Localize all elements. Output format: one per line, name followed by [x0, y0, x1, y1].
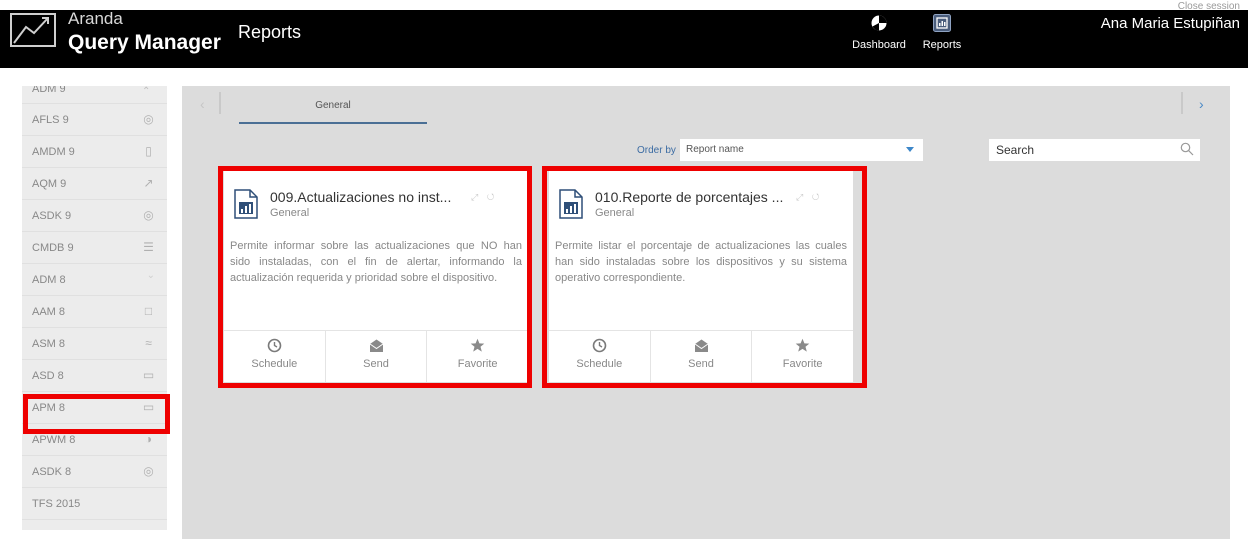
- sidebar-item-cmdb9[interactable]: CMDB 9 ☰: [22, 232, 167, 264]
- chevron-down-icon[interactable]: ⌄: [147, 270, 155, 281]
- license-icon: ◎: [143, 112, 154, 126]
- tabs-divider: [219, 92, 221, 114]
- report-actions: Schedule Send Favorite: [224, 330, 528, 382]
- order-by-value: Report name: [686, 144, 744, 155]
- logo-brand: Aranda: [68, 9, 123, 28]
- sidebar-item-label: ASDK 8: [32, 465, 72, 478]
- star-icon: [795, 338, 810, 352]
- sidebar-item-label: ASDK 9: [32, 209, 72, 222]
- report-actions: Schedule Send Favorite: [549, 330, 853, 382]
- favorite-label: Favorite: [457, 358, 498, 370]
- search-icon[interactable]: [1180, 142, 1194, 156]
- sidebar-item-label: AMDM 9: [32, 145, 75, 158]
- order-by-select[interactable]: Report name: [680, 139, 923, 161]
- sidebar-item-tfs2015[interactable]: TFS 2015: [22, 488, 167, 520]
- envelope-icon: [369, 339, 383, 352]
- sidebar-item-amdm9[interactable]: AMDM 9 ▯: [22, 136, 167, 168]
- report-description: Permite listar el porcentaje de actualiz…: [555, 240, 847, 284]
- sidebar-item-label: APM 8: [32, 401, 66, 414]
- search-input[interactable]: Search: [989, 139, 1200, 161]
- envelope-icon: [694, 339, 708, 352]
- nav-dashboard-label: Dashboard: [852, 39, 906, 51]
- tab-general[interactable]: General: [239, 100, 427, 124]
- database-icon: ☰: [143, 240, 154, 254]
- favorite-button[interactable]: Favorite: [426, 331, 528, 382]
- clock-icon: [267, 338, 282, 353]
- sidebar-item-label: AQM 9: [32, 177, 67, 190]
- schedule-button[interactable]: Schedule: [224, 331, 325, 382]
- logo-product: Query Manager: [68, 31, 221, 54]
- clock-icon: [592, 338, 607, 353]
- sidebar-item-asdk8[interactable]: ASDK 8 ◎: [22, 456, 167, 488]
- send-button[interactable]: Send: [649, 331, 752, 382]
- favorite-button[interactable]: Favorite: [751, 331, 853, 382]
- tabs-divider: [1181, 92, 1183, 114]
- power-icon: ▭: [142, 400, 155, 414]
- user-name[interactable]: Ana Maria Estupiñan: [1101, 15, 1240, 32]
- sidebar: ADM 9 ⌃ AFLS 9 ◎ AMDM 9 ▯ AQM 9 ↗ ASDK 9…: [22, 86, 167, 530]
- sidebar-item-label: ASD 8: [32, 369, 64, 382]
- sidebar-item-apwm8[interactable]: APWM 8 ◑: [22, 424, 167, 456]
- support-icon: ◎: [143, 208, 154, 222]
- sidebar-item-adm9[interactable]: ADM 9 ⌃: [22, 86, 167, 104]
- send-button[interactable]: Send: [324, 331, 427, 382]
- report-category: General: [595, 207, 635, 219]
- gauge-icon: ◑: [144, 432, 153, 446]
- sidebar-item-label: APWM 8: [32, 433, 76, 446]
- report-title[interactable]: 009.Actualizaciones no inst...: [270, 189, 451, 205]
- mobile-icon: ▯: [145, 144, 152, 158]
- send-label: Send: [363, 358, 389, 370]
- star-icon: [470, 338, 485, 352]
- schedule-button[interactable]: Schedule: [549, 331, 650, 382]
- report-document-icon: [559, 189, 583, 219]
- document-icon: □: [144, 304, 153, 318]
- sidebar-item-label: ADM 9: [32, 86, 66, 95]
- order-by-label: Order by: [637, 145, 676, 156]
- favorite-label: Favorite: [782, 358, 823, 370]
- sidebar-item-adm8[interactable]: ADM 8 ⌄: [22, 264, 167, 296]
- send-label: Send: [688, 358, 714, 370]
- chevron-up-icon[interactable]: ⌃: [142, 86, 150, 97]
- report-document-icon: [234, 189, 258, 219]
- expand-icon[interactable]: ⤢ ↺: [471, 192, 497, 203]
- sidebar-item-asd8[interactable]: ASD 8 ▭: [22, 360, 167, 392]
- tabs-prev-icon[interactable]: ‹: [200, 96, 205, 112]
- monitor-icon: ▭: [142, 368, 155, 382]
- sidebar-item-label: CMDB 9: [32, 241, 74, 254]
- nav-reports-button[interactable]: Reports: [912, 14, 972, 64]
- sidebar-item-asdk9[interactable]: ASDK 9 ◎: [22, 200, 167, 232]
- search-placeholder: Search: [996, 143, 1035, 157]
- tabs-next-icon[interactable]: ›: [1199, 96, 1204, 112]
- top-bar: Aranda Query Manager Reports Dashboard R…: [0, 1, 1248, 68]
- sidebar-item-asm8[interactable]: ASM 8 ≈: [22, 328, 167, 360]
- nav-dashboard-button[interactable]: Dashboard: [849, 14, 909, 64]
- sidebar-item-aqm9[interactable]: AQM 9 ↗: [22, 168, 167, 200]
- report-title[interactable]: 010.Reporte de porcentajes ...: [595, 189, 783, 205]
- report-icon: [933, 14, 951, 32]
- sidebar-item-afls9[interactable]: AFLS 9 ◎: [22, 104, 167, 136]
- expand-icon[interactable]: ⤢ ↺: [796, 192, 822, 203]
- caret-down-icon: [906, 147, 914, 152]
- close-session-link[interactable]: Close session: [1178, 1, 1240, 12]
- chart-line-icon: ↗: [143, 176, 154, 190]
- report-description: Permite informar sobre las actualizacion…: [230, 240, 522, 284]
- report-card[interactable]: 009.Actualizaciones no inst... General ⤢…: [224, 170, 528, 382]
- sidebar-item-apm8[interactable]: APM 8 ▭: [22, 392, 167, 424]
- logo-chart-icon: [10, 13, 56, 47]
- nav-reports-label: Reports: [922, 39, 962, 51]
- support-icon: ◎: [143, 464, 154, 478]
- sidebar-item-label: ASM 8: [32, 337, 66, 350]
- report-category: General: [270, 207, 310, 219]
- sidebar-item-label: ADM 8: [32, 273, 66, 286]
- schedule-label: Schedule: [576, 358, 623, 370]
- report-card[interactable]: 010.Reporte de porcentajes ... General ⤢…: [549, 170, 853, 382]
- sidebar-item-label: AAM 8: [32, 305, 66, 318]
- pie-chart-icon: [871, 15, 887, 31]
- network-icon: ≈: [145, 336, 152, 350]
- schedule-label: Schedule: [251, 358, 298, 370]
- page-title: Reports: [238, 22, 302, 42]
- sidebar-item-label: TFS 2015: [32, 497, 81, 510]
- sidebar-item-aam8[interactable]: AAM 8 □: [22, 296, 167, 328]
- sidebar-item-label: AFLS 9: [32, 113, 69, 126]
